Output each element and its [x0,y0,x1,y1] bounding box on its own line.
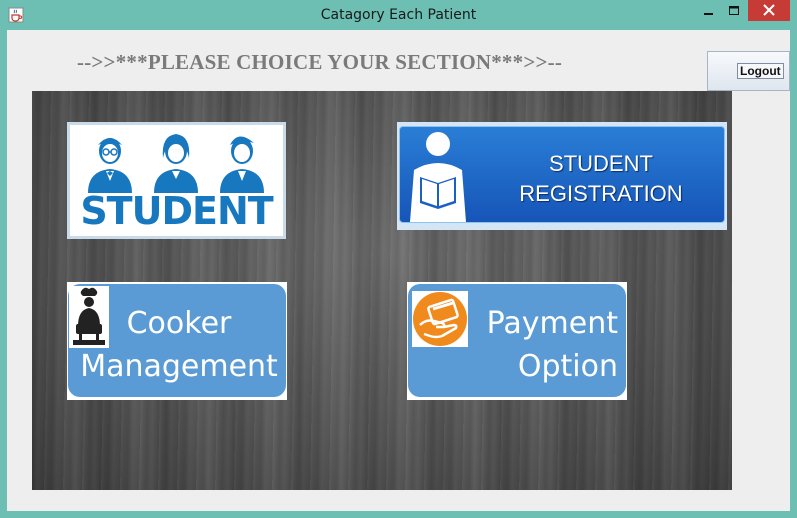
payment-line-1: Payment [486,306,618,341]
payment-option-tile[interactable]: Payment Option [407,282,627,400]
student-label: STUDENT [80,189,273,233]
close-icon [763,4,775,16]
logout-button[interactable]: Logout [707,51,790,91]
payment-button-face: Payment Option [408,284,626,397]
registration-label: STUDENT REGISTRATION [496,149,706,209]
person-reading-icon [410,132,466,222]
title-bar: Catagory Each Patient [0,0,797,30]
payment-icon-box [412,291,468,347]
cooker-line-1: Cooker [126,306,232,341]
cooker-button-face: Cooker Management [68,284,286,397]
logout-label: Logout [737,63,784,79]
payment-line-2: Option [517,349,618,384]
cooker-management-tile[interactable]: Cooker Management [67,282,287,400]
wood-background-panel: STUDENT STUDENT REGISTRATION Cooker Mana… [32,91,732,490]
cooker-label: Cooker Management [74,302,284,388]
payment-label: Payment Option [478,302,618,388]
credit-card-hand-icon [413,292,467,346]
close-button[interactable] [748,0,790,21]
content-panel: -->>***PLEASE CHOICE YOUR SECTION***>>--… [7,30,790,511]
three-students-icon [88,134,264,193]
student-registration-tile[interactable]: STUDENT REGISTRATION [397,122,727,230]
student-tile[interactable]: STUDENT [67,122,286,239]
registration-line-1: STUDENT [549,151,653,176]
cooker-line-2: Management [80,349,278,384]
registration-button-face: STUDENT REGISTRATION [399,126,725,223]
registration-line-2: REGISTRATION [519,181,683,206]
minimize-icon[interactable] [696,2,720,22]
maximize-icon[interactable] [722,2,746,22]
section-heading: -->>***PLEASE CHOICE YOUR SECTION***>>-- [77,50,563,74]
window-title: Catagory Each Patient [320,7,477,23]
